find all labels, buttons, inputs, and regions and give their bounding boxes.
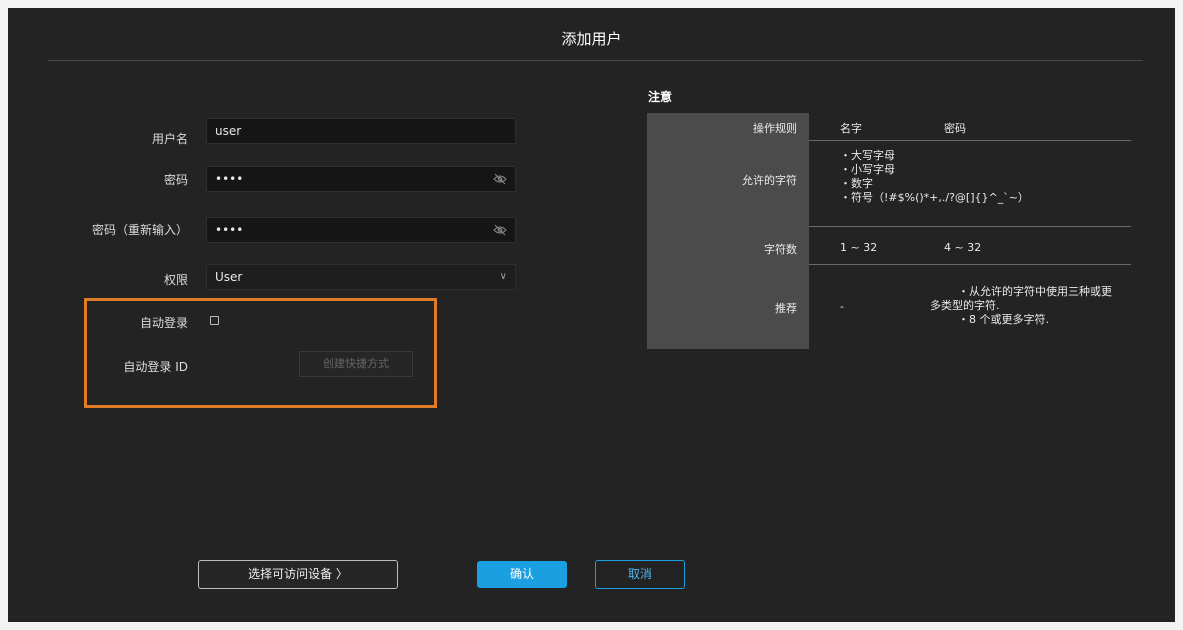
cancel-button[interactable]: 取消 xyxy=(595,560,685,589)
recommend-line: 多类型的字符. xyxy=(930,299,1000,312)
title-divider xyxy=(48,60,1143,61)
permission-value: User xyxy=(215,270,243,284)
char-count-password: 4 ~ 32 xyxy=(944,241,982,254)
permission-label: 权限 xyxy=(163,273,188,287)
password-label: 密码 xyxy=(163,173,188,187)
notice-divider xyxy=(809,226,1131,227)
password-confirm-input[interactable]: •••• xyxy=(206,217,516,243)
hide-password-confirm-icon[interactable] xyxy=(493,218,507,242)
allowed-chars-line: ・小写字母 xyxy=(840,163,895,176)
char-count-label: 字符数 xyxy=(764,243,797,256)
confirm-button[interactable]: 确认 xyxy=(477,561,567,588)
hide-password-icon[interactable] xyxy=(493,167,507,191)
chevron-down-icon: ∨ xyxy=(499,271,507,282)
allowed-chars-label: 允许的字符 xyxy=(742,174,797,187)
recommend-line: ・从允许的字符中使用三种或更 xyxy=(958,285,1112,298)
password-confirm-value: •••• xyxy=(215,223,244,237)
select-devices-button[interactable]: 选择可访问设备 〉 xyxy=(198,560,398,589)
notice-header-name: 名字 xyxy=(840,122,862,135)
username-label: 用户名 xyxy=(151,132,188,146)
recommend-line: ・8 个或更多字符. xyxy=(958,313,1049,326)
notice-header-rule: 操作规则 xyxy=(753,122,797,135)
permission-select[interactable]: User ∨ xyxy=(206,264,516,290)
password-confirm-label: 密码（重新输入） xyxy=(91,223,188,237)
notice-header-password: 密码 xyxy=(944,122,966,135)
allowed-chars-list: ・大写字母 ・小写字母 ・数字 ・符号（!#$%()*+,./?@[]{}^_`… xyxy=(840,149,1029,205)
notice-divider xyxy=(809,140,1131,141)
notice-title: 注意 xyxy=(648,90,673,104)
highlight-annotation xyxy=(84,298,437,408)
recommend-label: 推荐 xyxy=(775,302,797,315)
dialog-title: 添加用户 xyxy=(561,30,622,48)
notice-divider xyxy=(809,264,1131,265)
password-value: •••• xyxy=(215,172,244,186)
password-input[interactable]: •••• xyxy=(206,166,516,192)
char-count-name: 1 ~ 32 xyxy=(840,241,878,254)
recommend-password: ・从允许的字符中使用三种或更 多类型的字符. ・8 个或更多字符. xyxy=(930,285,1112,327)
allowed-chars-line: ・数字 xyxy=(840,177,873,190)
allowed-chars-line: ・大写字母 xyxy=(840,149,895,162)
add-user-dialog: 添加用户 用户名 user 密码 •••• 密码（重新输入） •••• 权限 U… xyxy=(8,8,1175,622)
username-value: user xyxy=(215,124,242,138)
allowed-chars-line: ・符号（!#$%()*+,./?@[]{}^_`~） xyxy=(840,191,1029,204)
recommend-name: - xyxy=(840,300,844,313)
username-input[interactable]: user xyxy=(206,118,516,144)
